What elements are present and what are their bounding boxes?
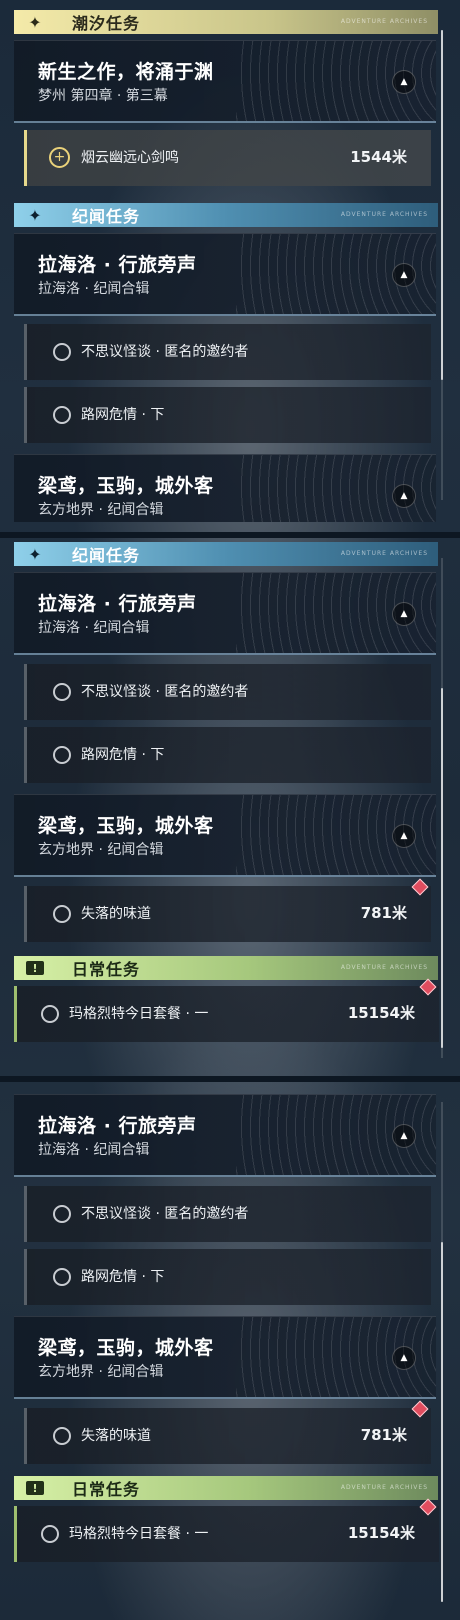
category-title: 纪闻任务: [72, 546, 141, 565]
chevron-up-icon[interactable]: ▲: [392, 602, 416, 626]
quest-card-laila[interactable]: 拉海洛 · 行旅旁声 拉海洛 · 纪闻合辑 ▲: [14, 233, 436, 316]
chevron-up-icon[interactable]: ▲: [392, 263, 416, 287]
chevron-up-icon[interactable]: ▲: [392, 1346, 416, 1370]
quest-title: 梁鸢，玉驹，城外客: [38, 815, 214, 837]
task-name: 玛格烈特今日套餐 · 一: [69, 1006, 209, 1022]
sparkle-icon: ✦: [28, 12, 42, 32]
ring-icon: [41, 1005, 59, 1023]
quest-title: 梁鸢，玉驹，城外客: [38, 1337, 214, 1359]
category-title: 潮汐任务: [72, 14, 141, 33]
scrollbar-thumb[interactable]: [441, 1242, 443, 1602]
ring-icon: [53, 905, 71, 923]
quest-title: 拉海洛 · 行旅旁声: [38, 1115, 197, 1137]
quest-card-liangyuan[interactable]: 梁鸢，玉驹，城外客 玄方地界 · 纪闻合辑 ▲: [14, 1316, 436, 1399]
task-name: 路网危情 · 下: [81, 407, 165, 423]
task-item-margaret[interactable]: 玛格烈特今日套餐 · 一 15154米: [14, 986, 439, 1042]
category-decoration: ADVENTURE ARCHIVES: [340, 1484, 428, 1491]
quest-subtitle: 玄方地界 · 纪闻合辑: [38, 502, 164, 518]
quest-subtitle: 玄方地界 · 纪闻合辑: [38, 1364, 164, 1380]
task-item-mystery[interactable]: 不思议怪谈 · 匿名的邀约者: [24, 1186, 431, 1242]
category-decoration: ADVENTURE ARCHIVES: [340, 550, 428, 557]
quest-subtitle: 拉海洛 · 纪闻合辑: [38, 281, 150, 297]
ring-icon: [53, 1427, 71, 1445]
task-item-network[interactable]: 路网危情 · 下: [24, 727, 431, 783]
chevron-up-icon[interactable]: ▲: [392, 824, 416, 848]
quest-card-liangyuan[interactable]: 梁鸢，玉驹，城外客 玄方地界 · 纪闻合辑 ▲: [14, 794, 436, 877]
exclamation-box: !: [26, 1481, 44, 1495]
ring-icon: [53, 1205, 71, 1223]
quest-panel-3: 拉海洛 · 行旅旁声 拉海洛 · 纪闻合辑 ▲ 不思议怪谈 · 匿名的邀约者 路…: [0, 1082, 460, 1620]
category-header-lore[interactable]: ✦ 纪闻任务 ADVENTURE ARCHIVES: [14, 542, 438, 566]
chevron-up-icon[interactable]: ▲: [392, 484, 416, 508]
exclamation-icon: !: [14, 956, 56, 980]
ring-icon: [53, 683, 71, 701]
quest-title: 拉海洛 · 行旅旁声: [38, 254, 197, 276]
ring-icon: [53, 1268, 71, 1286]
category-header-daily[interactable]: ! 日常任务 ADVENTURE ARCHIVES: [14, 1476, 438, 1500]
task-name: 玛格烈特今日套餐 · 一: [69, 1526, 209, 1542]
task-name: 烟云幽远心剑鸣: [81, 150, 179, 166]
task-item-mystery[interactable]: 不思议怪谈 · 匿名的邀约者: [24, 664, 431, 720]
ring-icon: [53, 343, 71, 361]
quest-subtitle: 梦州 第四章 · 第三幕: [38, 88, 168, 104]
exclamation-icon: !: [14, 1476, 56, 1500]
task-item-lost-taste[interactable]: 失落的味道 781米: [24, 1408, 431, 1464]
quest-subtitle: 拉海洛 · 纪闻合辑: [38, 1142, 150, 1158]
task-name: 路网危情 · 下: [81, 747, 165, 763]
quest-card-liangyuan[interactable]: 梁鸢，玉驹，城外客 玄方地界 · 纪闻合辑 ▲: [14, 454, 436, 522]
scrollbar-thumb[interactable]: [441, 30, 443, 380]
sparkle-icon: ✦: [28, 205, 42, 225]
quest-card-main[interactable]: 新生之作，将涌于渊 梦州 第四章 · 第三幕 ▲: [14, 40, 436, 123]
quest-panel-1: ✦ 潮汐任务 ADVENTURE ARCHIVES 新生之作，将涌于渊 梦州 第…: [0, 0, 460, 522]
category-header-tide[interactable]: ✦ 潮汐任务 ADVENTURE ARCHIVES: [14, 10, 438, 34]
plus-circle-icon: +: [49, 147, 70, 168]
ring-icon: [41, 1525, 59, 1543]
task-name: 不思议怪谈 · 匿名的邀约者: [81, 344, 249, 360]
task-item-margaret[interactable]: 玛格烈特今日套餐 · 一 15154米: [14, 1506, 439, 1562]
category-header-daily[interactable]: ! 日常任务 ADVENTURE ARCHIVES: [14, 956, 438, 980]
category-title: 纪闻任务: [72, 207, 141, 226]
quest-title: 拉海洛 · 行旅旁声: [38, 593, 197, 615]
quest-subtitle: 玄方地界 · 纪闻合辑: [38, 842, 164, 858]
category-header-lore[interactable]: ✦ 纪闻任务 ADVENTURE ARCHIVES: [14, 203, 438, 227]
quest-title: 梁鸢，玉驹，城外客: [38, 475, 214, 497]
task-name: 不思议怪谈 · 匿名的邀约者: [81, 684, 249, 700]
sparkle-icon: ✦: [28, 544, 42, 564]
task-item-mystery[interactable]: 不思议怪谈 · 匿名的邀约者: [24, 324, 431, 380]
category-title: 日常任务: [72, 960, 141, 979]
task-distance: 781米: [360, 904, 407, 922]
ring-icon: [53, 406, 71, 424]
category-title: 日常任务: [72, 1480, 141, 1499]
task-name: 路网危情 · 下: [81, 1269, 165, 1285]
task-name: 失落的味道: [81, 1428, 151, 1444]
category-decoration: ADVENTURE ARCHIVES: [340, 964, 428, 971]
quest-panel-2: ✦ 纪闻任务 ADVENTURE ARCHIVES 拉海洛 · 行旅旁声 拉海洛…: [0, 538, 460, 1076]
quest-card-laila[interactable]: 拉海洛 · 行旅旁声 拉海洛 · 纪闻合辑 ▲: [14, 1094, 436, 1177]
quest-card-laila[interactable]: 拉海洛 · 行旅旁声 拉海洛 · 纪闻合辑 ▲: [14, 572, 436, 655]
ring-icon: [53, 746, 71, 764]
quest-title: 新生之作，将涌于渊: [38, 61, 214, 83]
chevron-up-icon[interactable]: ▲: [392, 70, 416, 94]
task-item-lost-taste[interactable]: 失落的味道 781米: [24, 886, 431, 942]
quest-subtitle: 拉海洛 · 纪闻合辑: [38, 620, 150, 636]
category-decoration: ADVENTURE ARCHIVES: [340, 211, 428, 218]
task-distance: 781米: [360, 1426, 407, 1444]
task-item-network[interactable]: 路网危情 · 下: [24, 1249, 431, 1305]
chevron-up-icon[interactable]: ▲: [392, 1124, 416, 1148]
task-name: 失落的味道: [81, 906, 151, 922]
task-distance: 15154米: [347, 1004, 415, 1022]
category-decoration: ADVENTURE ARCHIVES: [340, 18, 428, 25]
exclamation-box: !: [26, 961, 44, 975]
task-item-tracked[interactable]: + 烟云幽远心剑鸣 1544米: [24, 130, 431, 186]
task-distance: 1544米: [350, 148, 407, 166]
task-distance: 15154米: [347, 1524, 415, 1542]
task-name: 不思议怪谈 · 匿名的邀约者: [81, 1206, 249, 1222]
scrollbar-thumb[interactable]: [441, 688, 443, 1048]
task-item-network[interactable]: 路网危情 · 下: [24, 387, 431, 443]
